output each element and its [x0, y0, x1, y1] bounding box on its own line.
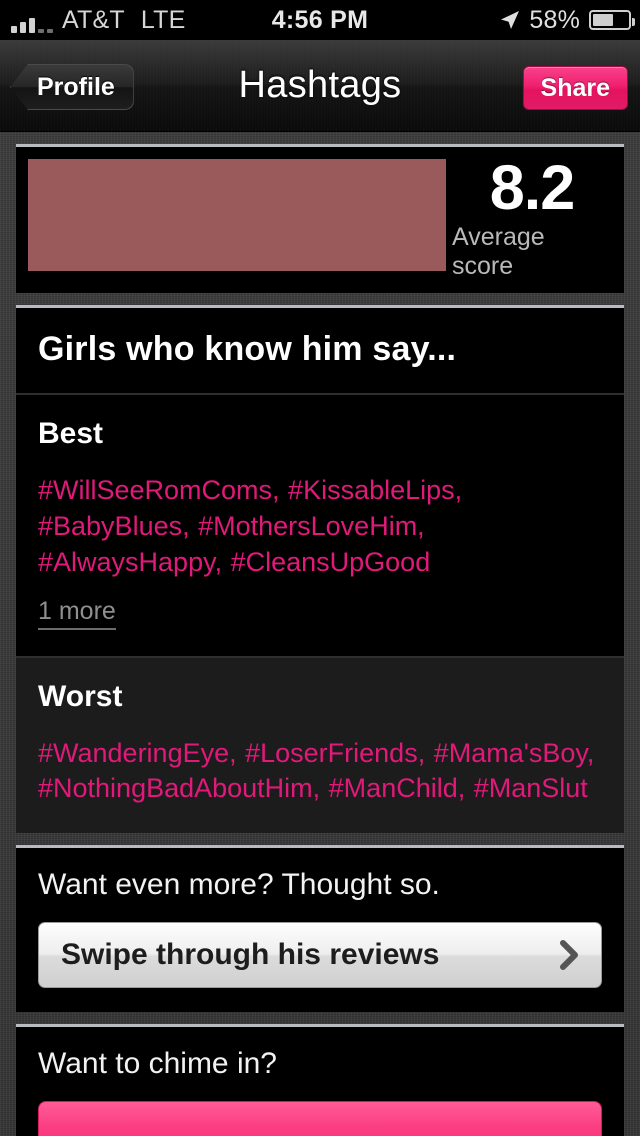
- best-tags-card: Best #WillSeeRomComs, #KissableLips, #Ba…: [16, 392, 624, 656]
- section-heading: Girls who know him say...: [38, 329, 457, 368]
- app-root: AT&T LTE 4:56 PM 58% Profile Hashtags Sh…: [0, 0, 640, 1136]
- worst-tag-list[interactable]: #WanderingEye, #LoserFriends, #Mama'sBoy…: [38, 736, 602, 808]
- status-bar-right: 58%: [500, 0, 635, 40]
- navigation-bar: Profile Hashtags Share: [0, 40, 640, 132]
- chevron-right-icon: [560, 940, 578, 971]
- best-more-link[interactable]: 1 more: [38, 597, 116, 630]
- promo-text: Want even more? Thought so.: [38, 868, 440, 902]
- score-meta: 8.2 Average score: [446, 153, 612, 281]
- spacer-top: [0, 132, 640, 144]
- share-button[interactable]: Share: [522, 66, 628, 110]
- best-tag-list[interactable]: #WillSeeRomComs, #KissableLips, #BabyBlu…: [38, 473, 602, 581]
- location-arrow-icon: [501, 11, 520, 29]
- score-card: 8.2 Average score: [16, 144, 624, 293]
- average-score-label: Average score: [452, 222, 545, 280]
- worst-tags-card: Worst #WanderingEye, #LoserFriends, #Mam…: [16, 655, 624, 834]
- worst-title: Worst: [38, 679, 123, 713]
- swipe-reviews-button[interactable]: Swipe through his reviews: [38, 922, 602, 989]
- status-bar: AT&T LTE 4:56 PM 58%: [0, 0, 640, 40]
- swipe-reviews-label: Swipe through his reviews: [61, 938, 440, 972]
- chime-card: Want to chime in?: [16, 1024, 624, 1136]
- profile-photo-placeholder[interactable]: [28, 159, 446, 271]
- best-title: Best: [38, 416, 104, 450]
- content-area: 8.2 Average score Girls who know him say…: [0, 132, 640, 1136]
- average-score-value: 8.2: [489, 153, 576, 223]
- battery-icon: [589, 10, 635, 30]
- chime-text: Want to chime in?: [38, 1047, 277, 1081]
- section-heading-card: Girls who know him say...: [16, 304, 624, 393]
- share-button-label: Share: [540, 73, 610, 102]
- promo-card: Want even more? Thought so. Swipe throug…: [16, 845, 624, 1013]
- chime-in-button[interactable]: [38, 1101, 602, 1136]
- battery-percent-label: 58%: [529, 5, 580, 34]
